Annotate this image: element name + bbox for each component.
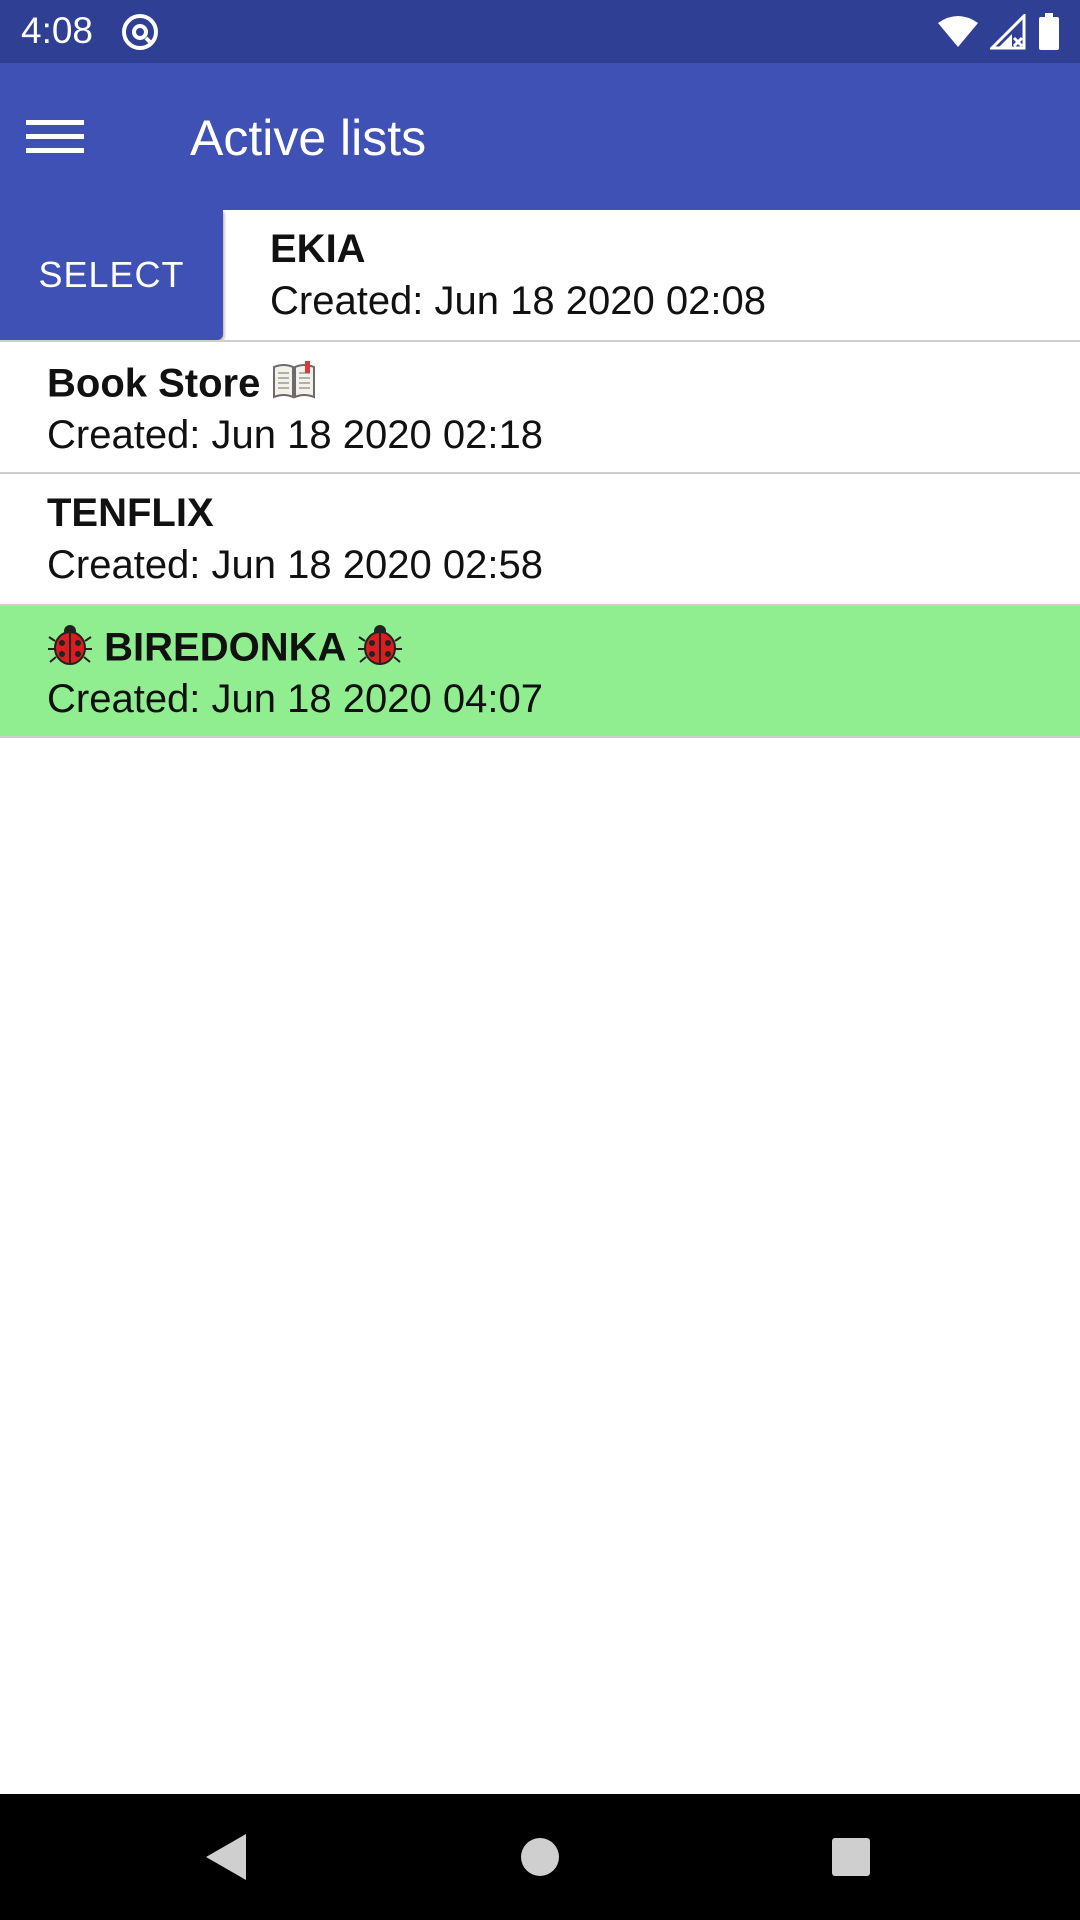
list-item-created: Created: Jun 18 2020 02:08 [270,279,766,323]
screen: 4:08 Active lists SELECT EKIA Created: J… [0,0,1080,1920]
home-button[interactable] [507,1824,573,1890]
list-item-tenflix[interactable]: TENFLIX Created: Jun 18 2020 02:58 [0,474,1080,606]
list-item-text: Book Store Created: Jun 18 2020 02:18 [47,356,543,462]
status-bar: 4:08 [0,0,1080,63]
navigation-bar [0,1794,1080,1920]
recents-icon [832,1838,870,1876]
list-item-title-row: BIREDONKA [47,620,543,672]
back-icon [206,1834,246,1880]
home-icon [521,1838,559,1876]
list-item-title: Book Store [47,361,261,406]
recents-button[interactable] [818,1824,884,1890]
list-item-biredonka[interactable]: BIREDONKA Created: Jun 18 2020 04:07 [0,606,1080,738]
menu-button[interactable] [0,63,110,210]
wifi-icon [938,16,978,47]
list-item-created: Created: Jun 18 2020 02:18 [47,413,543,458]
ladybug-icon [48,625,92,666]
list-item-text: BIREDONKA Created: Jun 18 2020 04:07 [47,620,543,726]
page-title: Active lists [190,110,427,166]
list-item-ekia[interactable]: SELECT EKIA Created: Jun 18 2020 02:08 [0,210,1080,342]
list-item-text: TENFLIX Created: Jun 18 2020 02:58 [47,488,543,592]
list-item-book-store[interactable]: Book Store Created: Jun 18 2020 02:18 [0,342,1080,474]
ladybug-icon [358,625,403,666]
status-icons [938,12,1060,52]
battery-icon [1039,13,1059,50]
at-sign-icon [122,14,158,50]
open-book-icon [273,361,316,399]
status-time: 4:08 [21,10,94,51]
list-item-title-row: Book Store [47,356,543,408]
list-item-title: BIREDONKA [104,625,347,670]
signal-icon [990,14,1026,50]
list-item-title: EKIA [270,227,366,271]
list-item-created: Created: Jun 18 2020 02:58 [47,543,543,587]
list-item-title: TENFLIX [47,491,214,535]
app-bar: Active lists [0,63,1080,210]
list-item-created: Created: Jun 18 2020 04:07 [47,677,543,722]
hamburger-menu-icon [26,119,84,153]
lists-container: SELECT EKIA Created: Jun 18 2020 02:08 B… [0,210,1080,738]
back-button[interactable] [192,1824,258,1890]
select-button[interactable]: SELECT [0,210,223,340]
list-item-text: EKIA Created: Jun 18 2020 02:08 [270,224,766,328]
